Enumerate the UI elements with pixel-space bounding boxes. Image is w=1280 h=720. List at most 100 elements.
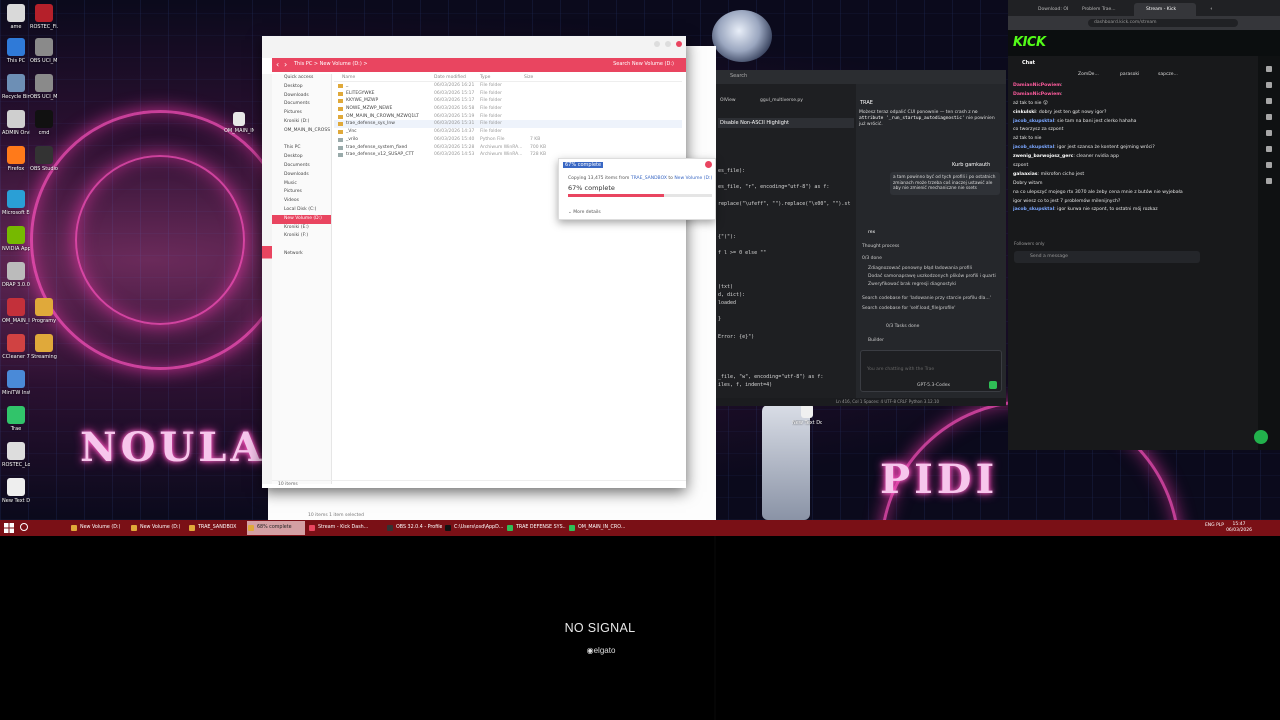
sidebar-icon[interactable]	[1266, 98, 1272, 104]
file-row[interactable]: ELITEGYWKE 06/03/2026 15:17 File folder	[334, 90, 682, 98]
sidebar-item[interactable]: Kroniki (E:)	[272, 224, 331, 233]
back-arrow-icon[interactable]: ‹	[276, 60, 279, 69]
sidebar-item[interactable]: New Volume (D:)	[272, 214, 331, 224]
desktop-icon[interactable]: cmd	[30, 110, 58, 136]
column-size[interactable]: Size	[524, 75, 533, 80]
desktop-icon[interactable]: OBS UCI_M...	[30, 74, 58, 100]
desktop-icon[interactable]: OBS Studio	[30, 146, 58, 172]
thought-process[interactable]: Thought process	[862, 244, 899, 249]
pinned-user[interactable]: parasoki	[1120, 72, 1139, 77]
desktop-icon[interactable]: Streaming	[30, 334, 58, 360]
tab-gguf-multiverse[interactable]: ggul_multiverse.py	[760, 98, 803, 103]
desktop-icon-new-text[interactable]: New Text Docume...	[792, 404, 822, 426]
taskbar-item[interactable]: TRAE DEFENSE SYS...	[506, 521, 566, 535]
taskbar-item[interactable]: 68% complete	[247, 521, 305, 535]
sidebar-icon[interactable]	[1266, 130, 1272, 136]
model-select[interactable]: GPT-5.3-Codex	[917, 383, 950, 388]
kick-logo[interactable]: KICK	[1013, 35, 1046, 50]
desktop-icon[interactable]: CCleaner 7	[2, 334, 30, 360]
desktop-icon[interactable]: OBS UCI_M...	[30, 38, 58, 64]
desktop-icon[interactable]: This PC	[2, 38, 30, 64]
sidebar-item[interactable]: Pictures	[272, 188, 331, 197]
clock[interactable]: 15:47 06/03/2026	[1226, 522, 1252, 534]
sidebar-icon[interactable]	[1266, 162, 1272, 168]
file-row[interactable]: trae_defense_sys_lnw 06/03/2026 15:31 File…	[334, 120, 682, 129]
copy-source-link[interactable]: TRAE_SANDBOX	[631, 176, 667, 181]
more-details-button[interactable]: ⌄ More details	[568, 210, 601, 215]
sidebar-icon[interactable]	[1266, 66, 1272, 72]
desktop-icon[interactable]: ADMIN Orville...	[2, 110, 30, 136]
browser-tab[interactable]: Download: OBS	[1026, 3, 1068, 16]
sidebar-item[interactable]: Desktop	[272, 153, 331, 162]
minimize-icon[interactable]	[654, 41, 660, 47]
sidebar-item[interactable]: Local Disk (C:)	[272, 206, 331, 215]
sidebar-item[interactable]: Downloads	[272, 92, 331, 101]
sidebar-item[interactable]: Documents	[272, 162, 331, 171]
file-row[interactable]: KKYWE_MZWP 06/03/2026 15:17 File folder	[334, 97, 682, 105]
maximize-icon[interactable]	[665, 41, 671, 47]
copy-destination-link[interactable]: New Volume (D:)	[674, 176, 712, 181]
chat-username[interactable]: DamianNicPowiem	[1013, 83, 1061, 88]
browser-tab[interactable]: Problem Trae...	[1070, 3, 1132, 16]
column-type[interactable]: Type	[480, 75, 490, 80]
sidebar-item[interactable]: Network	[272, 250, 331, 259]
sidebar-item[interactable]: Documents	[272, 100, 331, 109]
sidebar-icon[interactable]	[1266, 146, 1272, 152]
taskbar-item[interactable]: OM_MAIN_IN_CRO...	[568, 521, 628, 535]
sidebar-item[interactable]: Videos	[272, 197, 331, 206]
explorer-search-input[interactable]: Search New Volume (D:)	[613, 61, 674, 67]
ide-search[interactable]: Search	[730, 73, 747, 79]
forward-arrow-icon[interactable]: ›	[284, 60, 287, 69]
sidebar-icon[interactable]	[1266, 114, 1272, 120]
sidebar-item[interactable]: This PC	[272, 144, 331, 153]
file-row[interactable]: NOWE_MZWP_NEWE 06/03/2026 16:58 File folde…	[334, 105, 682, 113]
sidebar-item[interactable]: Kroniki (D:)	[272, 118, 331, 127]
desktop-icon[interactable]: New Text Docume...	[2, 478, 30, 504]
taskbar-item[interactable]: Stream - Kick Dash...	[308, 521, 382, 535]
chat-input[interactable]: You are chatting with the Trae GPT-5.3-C…	[860, 350, 1002, 392]
desktop-icon[interactable]: NVIDIA App	[2, 226, 30, 252]
sidebar-icon[interactable]	[1266, 82, 1272, 88]
url-input[interactable]: dashboard.kick.com/stream	[1088, 19, 1238, 27]
sidebar-item[interactable]: Desktop	[272, 83, 331, 92]
chat-username[interactable]: jacob_skupsktal	[1013, 145, 1054, 150]
breadcrumb[interactable]: This PC > New Volume (D:) >	[294, 61, 368, 67]
explorer-window[interactable]: ‹ › This PC > New Volume (D:) > Search N…	[262, 36, 686, 488]
taskbar-item[interactable]: New Volume (D:)	[70, 521, 128, 535]
file-row[interactable]: trae_defense_system_fixed 06/03/2026 15:2…	[334, 144, 682, 152]
explorer-address-bar[interactable]: ‹ › This PC > New Volume (D:) > Search N…	[272, 58, 686, 72]
close-icon[interactable]	[705, 161, 712, 168]
desktop-icon[interactable]: Firefox	[2, 146, 30, 172]
desktop-icon[interactable]: Recycle Bin	[2, 74, 30, 100]
chat-username[interactable]: cinkulski	[1013, 110, 1036, 115]
pinned-user[interactable]: sapcze...	[1158, 72, 1178, 77]
desktop-icon[interactable]: Trae	[2, 406, 30, 432]
sidebar-item[interactable]: Kroniki (F:)	[272, 232, 331, 241]
windows-start-icon[interactable]	[4, 523, 14, 533]
column-date[interactable]: Date modified	[434, 75, 466, 80]
file-row[interactable]: _vrilo 06/03/2026 15:40 Python File 7 KB	[334, 136, 682, 144]
desktop-icon[interactable]: MiniTW Installer	[2, 370, 30, 396]
copy-progress-dialog[interactable]: 67% complete Copying 13,475 items from T…	[558, 158, 716, 220]
chat-username[interactable]: jacob_skupsktal	[1013, 207, 1054, 212]
file-row[interactable]: OM_MAIN_IN_CROWN_MZWQ1LT 06/03/2026 15:19…	[334, 113, 682, 121]
sidebar-item[interactable]: Quick access	[272, 74, 331, 83]
sidebar-item[interactable]: Downloads	[272, 171, 331, 180]
explorer-titlebar[interactable]	[262, 36, 686, 58]
file-row[interactable]: _ 06/03/2026 16:21 File folder	[334, 82, 682, 90]
desktop-icon-om-main[interactable]: OM_MAIN_IN...	[224, 112, 254, 134]
builder-label[interactable]: Builder	[868, 338, 884, 343]
search-icon[interactable]	[20, 523, 28, 531]
file-row[interactable]: _Vnc 06/03/2026 14:37 File folder	[334, 128, 682, 136]
chat-username[interactable]: DamianNicPowiem	[1013, 92, 1061, 97]
chat-message-input[interactable]: Send a message	[1014, 251, 1200, 263]
taskbar-item[interactable]: OBS 32.0.4 - Profile:...	[386, 521, 442, 535]
taskbar-item[interactable]: TRAE_SANDBOX	[188, 521, 244, 535]
chat-username[interactable]: jacob_skupsktal	[1013, 119, 1054, 124]
language-indicator[interactable]: ENG PLP	[1205, 523, 1224, 528]
send-icon[interactable]	[989, 381, 997, 389]
sidebar-item[interactable]: OM_MAIN_IN_CROSS	[272, 127, 331, 136]
desktop-icon[interactable]: ame	[2, 4, 30, 30]
sidebar-item[interactable]: Pictures	[272, 109, 331, 118]
tasks-done[interactable]: 0/3 Tasks done	[886, 324, 919, 329]
